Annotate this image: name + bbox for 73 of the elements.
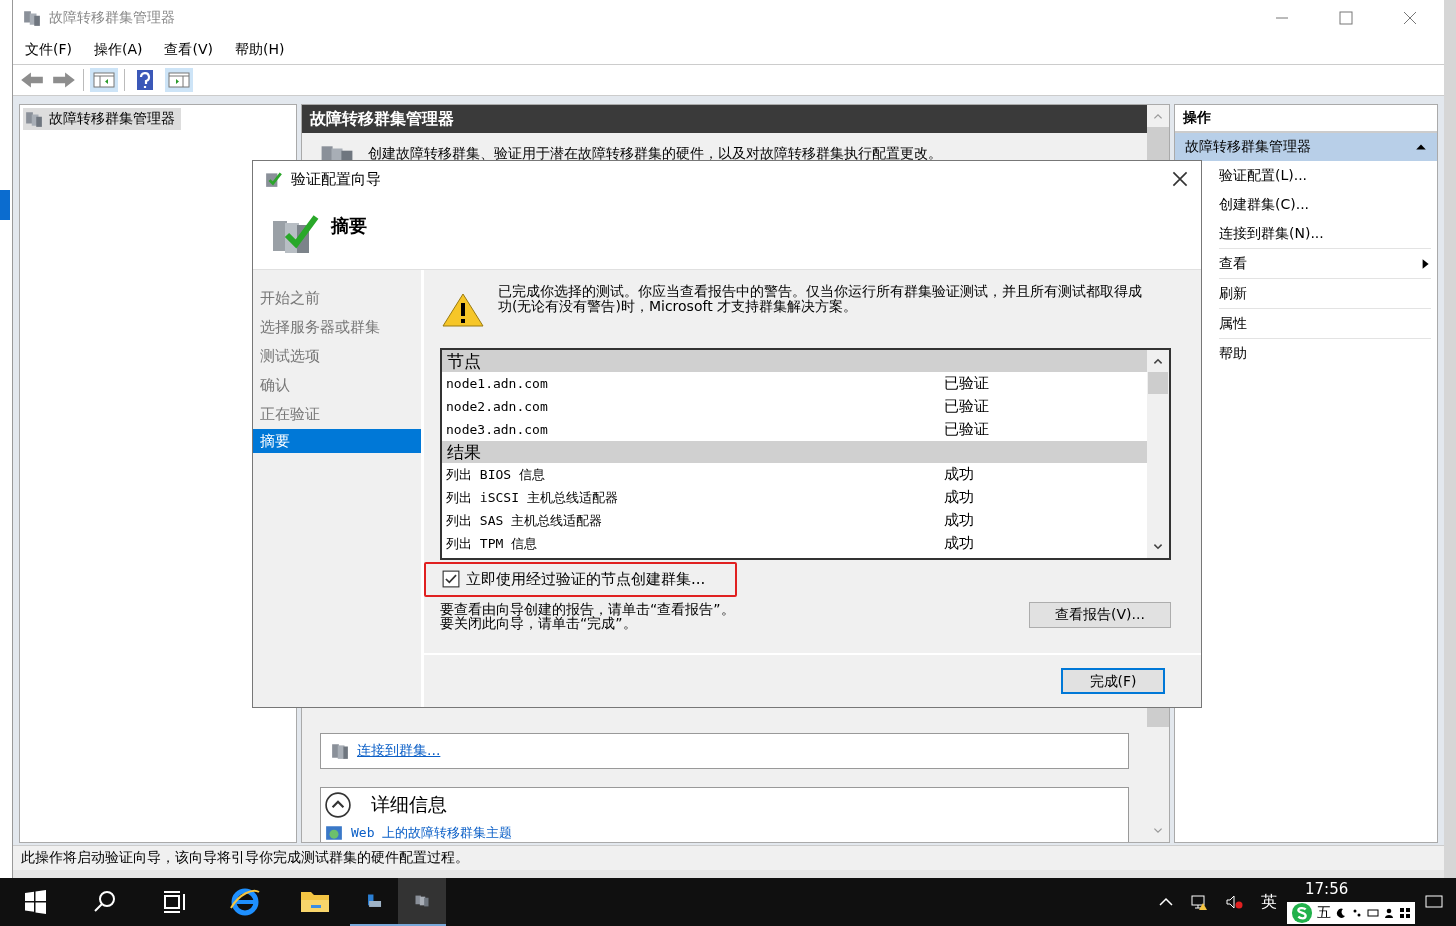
test-status: 成功	[944, 488, 974, 507]
action-item[interactable]: 帮助	[1219, 338, 1431, 368]
test-name: node1.adn.com	[445, 376, 549, 391]
action-item[interactable]: 查看	[1219, 248, 1431, 278]
language-indicator[interactable]: 英	[1261, 891, 1277, 913]
moon-icon[interactable]	[1335, 907, 1347, 919]
action-item[interactable]: 创建群集(C)...	[1219, 190, 1431, 219]
wizard-step: 开始之前	[253, 284, 421, 313]
warning-message: 已完成你选择的测试。你应当查看报告中的警告。仅当你运行所有群集验证测试，并且所有测试都取得成功(无论有没有警告)时，Microsoft 才支持群集解决方案。	[498, 284, 1143, 314]
cluster-manager-icon[interactable]	[398, 878, 446, 926]
test-status: 已验证	[944, 420, 989, 439]
server-cluster-icon	[25, 110, 43, 128]
finish-button[interactable]: 完成(F)	[1061, 668, 1165, 694]
wizard-step: 摘要	[253, 429, 421, 453]
desktop-icon	[0, 190, 10, 220]
view-report-button[interactable]: 查看报告(V)...	[1029, 602, 1171, 628]
scroll-thumb[interactable]	[1148, 372, 1168, 394]
punctuation-icon[interactable]	[1351, 907, 1363, 919]
action-group-header[interactable]: 故障转移群集管理器	[1175, 133, 1437, 161]
console-tree-icon[interactable]	[90, 68, 118, 92]
menu-item[interactable]: 操作(A)	[93, 41, 143, 59]
ime-mode[interactable]: 五	[1317, 904, 1331, 922]
tree-item[interactable]: 故障转移群集管理器	[23, 108, 181, 130]
action-item[interactable]: 刷新	[1219, 278, 1431, 308]
test-name: 列出 BIOS 信息	[445, 465, 546, 484]
window-title: 故障转移群集管理器	[49, 9, 175, 27]
wizard-step: 选择服务器或群集	[253, 313, 421, 342]
pane-header: 故障转移群集管理器	[302, 105, 1147, 133]
keyboard-icon[interactable]	[1367, 907, 1379, 919]
test-status: 成功	[944, 534, 974, 553]
test-name: 列出 iSCSI 主机总线适配器	[445, 488, 619, 507]
group-header: 结果	[442, 441, 1147, 463]
user-icon[interactable]	[1383, 907, 1395, 919]
action-item[interactable]: 属性	[1219, 308, 1431, 338]
wizard-step: 确认	[253, 371, 421, 400]
wizard-step: 测试选项	[253, 342, 421, 371]
test-name: node2.adn.com	[445, 399, 549, 414]
globe-page-icon	[325, 824, 343, 842]
server-cluster-icon	[23, 9, 41, 27]
action-item[interactable]: 验证配置(L)...	[1219, 161, 1431, 190]
menu-item[interactable]: 查看(V)	[164, 41, 213, 59]
warning-icon	[440, 292, 486, 328]
instruction-text: 要查看由向导创建的报告，请单击“查看报告”。	[440, 602, 736, 616]
test-status: 已验证	[944, 397, 989, 416]
description-text: 创建故障转移群集、验证用于潜在故障转移群集的硬件，以及对故障转移群集执行配置更改。	[368, 145, 942, 163]
action-item[interactable]: 连接到群集(N)...	[1219, 219, 1431, 248]
menu-item[interactable]: 帮助(H)	[235, 41, 285, 59]
wizard-step: 正在验证	[253, 400, 421, 429]
page-heading: 摘要	[331, 214, 367, 238]
test-status: 成功	[944, 465, 974, 484]
checkbox-icon[interactable]	[442, 570, 460, 588]
network-warning-icon[interactable]	[1190, 892, 1210, 912]
menu-item[interactable]: 文件(F)	[25, 41, 72, 59]
test-status: 已验证	[944, 374, 989, 393]
test-status: 成功	[944, 511, 974, 530]
status-text: 此操作将启动验证向导，该向导将引导你完成测试群集的硬件配置过程。	[21, 849, 469, 867]
collapse-icon[interactable]	[325, 792, 351, 818]
link[interactable]: 连接到群集...	[357, 742, 441, 760]
instruction-text: 要关闭此向导，请单击“完成”。	[440, 616, 637, 630]
wizard-check-icon	[265, 170, 283, 188]
server-cluster-icon	[331, 742, 349, 760]
test-name: node3.adn.com	[445, 422, 549, 437]
scrollbar[interactable]	[1147, 350, 1169, 558]
section-title: 详细信息	[371, 792, 447, 817]
action-pane-icon[interactable]	[165, 68, 193, 92]
create-cluster-checkbox[interactable]: 立即使用经过验证的节点创建群集...	[424, 561, 738, 597]
test-name: 列出 SAS 主机总线适配器	[445, 511, 604, 530]
grid-icon[interactable]	[1399, 907, 1411, 919]
clock[interactable]: 17:56	[1305, 880, 1349, 898]
test-name: 列出 TPM 信息	[445, 534, 539, 553]
dialog-title: 验证配置向导	[291, 169, 381, 189]
group-header: 节点	[442, 350, 1147, 372]
link[interactable]: Web 上的故障转移群集主题	[351, 824, 513, 842]
